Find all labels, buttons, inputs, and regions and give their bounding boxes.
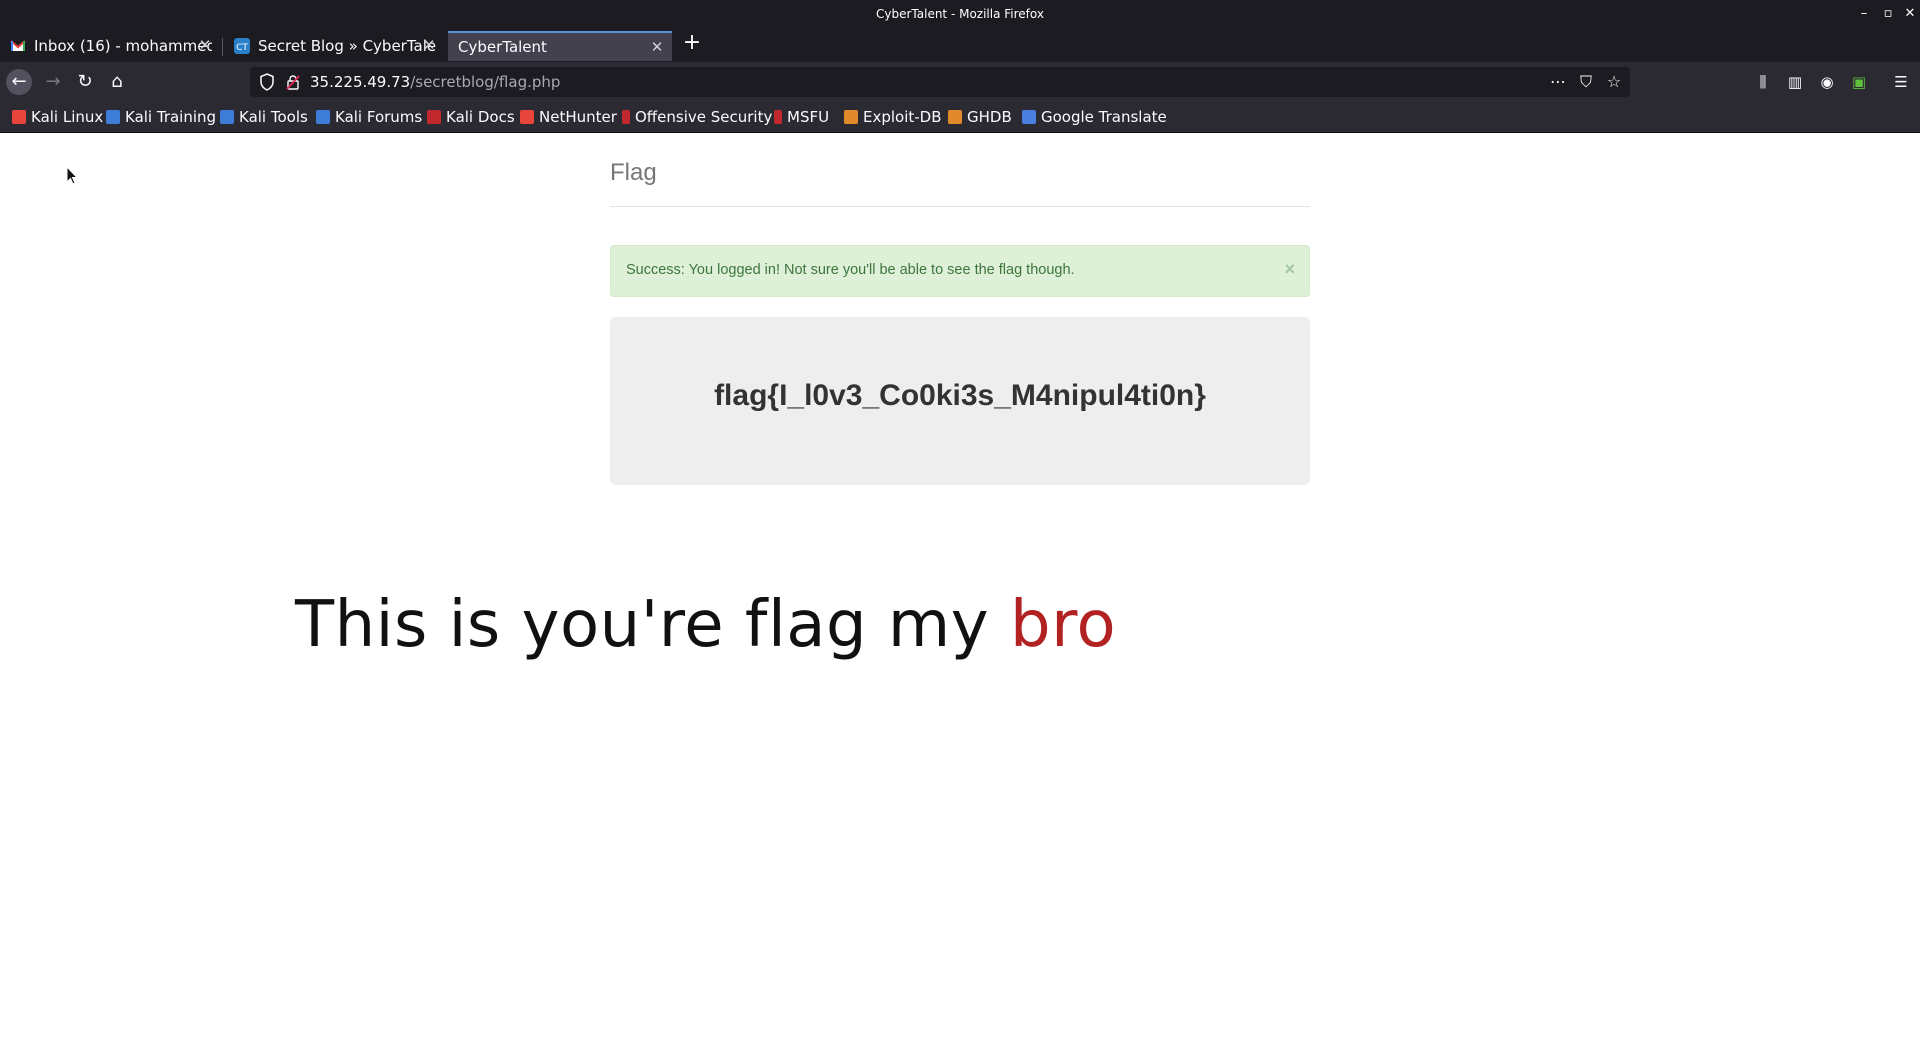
svg-text:CT: CT <box>236 43 248 53</box>
mouse-cursor-icon <box>66 166 78 185</box>
kali-tools-icon <box>220 110 234 124</box>
bookmark-star-icon[interactable]: ☆ <box>1603 72 1625 91</box>
page-title: Flag <box>610 159 657 186</box>
close-tab-icon[interactable]: ✕ <box>420 36 438 54</box>
minimize-icon[interactable]: – <box>1856 6 1872 22</box>
bookmark-kali-docs[interactable]: Kali Docs <box>427 108 515 126</box>
new-tab-icon[interactable]: + <box>680 32 704 54</box>
flag-panel: flag{I_l0v3_Co0ki3s_M4nipul4ti0n} <box>610 317 1310 485</box>
bookmark-kali-training[interactable]: Kali Training <box>106 108 216 126</box>
bookmark-label: Kali Training <box>125 108 217 126</box>
bookmark-kali-forums[interactable]: Kali Forums <box>316 108 422 126</box>
back-arrow-icon[interactable]: ← <box>6 69 32 95</box>
url-host: 35.225.49.73 <box>310 73 411 91</box>
sidebar-icon[interactable]: ▥ <box>1784 71 1806 93</box>
tab-secret-blog[interactable]: CT Secret Blog » CyberTalen ✕ <box>224 31 444 61</box>
ghdb-icon <box>948 110 962 124</box>
tab-label: Inbox (16) - mohammeda <box>34 37 212 55</box>
alert-message: Success: You logged in! Not sure you'll … <box>626 262 1075 278</box>
exploit-db-icon <box>844 110 858 124</box>
window-titlebar: CyberTalent - Mozilla Firefox – ▫ ✕ <box>0 0 1920 28</box>
close-tab-icon[interactable]: ✕ <box>648 38 666 56</box>
flag-message-main: This is you're flag my <box>295 588 1010 662</box>
flag-message: This is you're flag my bro <box>295 588 1116 662</box>
bookmark-label: Offensive Security <box>635 108 773 126</box>
close-window-icon[interactable]: ✕ <box>1902 6 1918 22</box>
bookmark-label: Kali Forums <box>335 108 423 126</box>
navigation-bar: ← → ↻ ⌂ 35.225.49.73/secretblog/flag.php… <box>0 62 1920 100</box>
flag-message-accent: bro <box>1009 588 1117 662</box>
kali-training-icon <box>106 110 120 124</box>
gmail-icon <box>10 40 26 51</box>
forward-arrow-icon[interactable]: → <box>40 69 66 95</box>
msfu-icon <box>774 110 782 124</box>
flag-text: flag{I_l0v3_Co0ki3s_M4nipul4ti0n} <box>714 379 1206 412</box>
bookmark-label: Kali Linux <box>31 108 104 126</box>
bookmark-label: GHDB <box>967 108 1012 126</box>
bookmark-offensive-security[interactable]: Offensive Security <box>622 108 772 126</box>
bookmark-label: Kali Docs <box>446 108 515 126</box>
bookmark-kali-tools[interactable]: Kali Tools <box>220 108 308 126</box>
url-path: /secretblog/flag.php <box>410 73 561 91</box>
tab-separator <box>222 38 223 56</box>
success-alert: Success: You logged in! Not sure you'll … <box>610 245 1310 297</box>
menu-icon[interactable]: ☰ <box>1890 71 1912 93</box>
bookmark-msfu[interactable]: MSFU <box>774 108 829 126</box>
bookmark-kali-linux[interactable]: Kali Linux <box>12 108 103 126</box>
bookmark-label: Google Translate <box>1041 108 1167 126</box>
page-actions-icon[interactable]: ⋯ <box>1547 72 1569 91</box>
bookmarks-bar: Kali Linux Kali Training Kali Tools Kali… <box>0 100 1920 133</box>
home-icon[interactable]: ⌂ <box>104 69 130 95</box>
bookmark-label: MSFU <box>787 108 830 126</box>
kali-forums-icon <box>316 110 330 124</box>
alert-close-button[interactable]: × <box>1284 259 1295 280</box>
pocket-icon[interactable]: ⛉ <box>1575 72 1597 92</box>
url-bar[interactable]: 35.225.49.73/secretblog/flag.php ⋯ ⛉ ☆ <box>250 67 1630 97</box>
tab-strip: Inbox (16) - mohammeda ✕ CT Secret Blog … <box>0 28 1920 62</box>
bookmark-label: Exploit-DB <box>863 108 942 126</box>
tab-label: CyberTalent <box>458 38 547 56</box>
bookmark-label: Kali Tools <box>239 108 308 126</box>
nethunter-icon <box>520 110 534 124</box>
reload-icon[interactable]: ↻ <box>72 69 98 95</box>
window-title: CyberTalent - Mozilla Firefox <box>876 7 1044 21</box>
tab-cybertalent[interactable]: CyberTalent ✕ <box>448 31 672 61</box>
page-header: Flag <box>610 159 1310 207</box>
tab-label: Secret Blog » CyberTalen <box>258 37 436 55</box>
offsec-icon <box>622 110 630 124</box>
kali-docs-icon <box>427 110 441 124</box>
page-content: Flag Success: You logged in! Not sure yo… <box>0 133 1920 1049</box>
insecure-lock-icon[interactable] <box>286 74 300 90</box>
tracking-shield-icon[interactable] <box>260 73 274 91</box>
account-icon[interactable]: ◉ <box>1816 71 1838 93</box>
kali-icon <box>12 110 26 124</box>
cybertalent-icon: CT <box>234 38 250 54</box>
bookmark-exploit-db[interactable]: Exploit-DB <box>844 108 942 126</box>
extension-icon[interactable]: ▣ <box>1848 71 1870 93</box>
bookmark-google-translate[interactable]: Google Translate <box>1022 108 1167 126</box>
bookmark-label: NetHunter <box>539 108 617 126</box>
close-tab-icon[interactable]: ✕ <box>196 36 214 54</box>
bookmark-nethunter[interactable]: NetHunter <box>520 108 617 126</box>
url-text[interactable]: 35.225.49.73/secretblog/flag.php <box>310 73 560 91</box>
maximize-icon[interactable]: ▫ <box>1880 6 1896 22</box>
tab-inbox[interactable]: Inbox (16) - mohammeda ✕ <box>0 31 220 61</box>
library-icon[interactable]: ⫼ <box>1752 71 1774 93</box>
bookmark-ghdb[interactable]: GHDB <box>948 108 1012 126</box>
google-translate-icon <box>1022 110 1036 124</box>
